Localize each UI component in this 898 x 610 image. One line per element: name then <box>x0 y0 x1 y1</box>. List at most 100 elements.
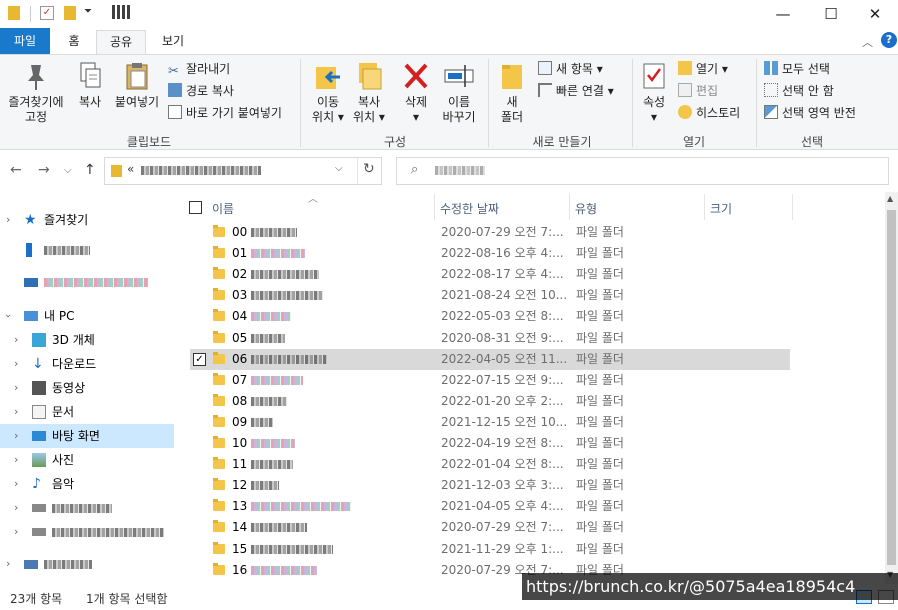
column-divider[interactable] <box>792 194 793 220</box>
chevron-right-icon[interactable]: › <box>6 208 10 232</box>
table-row[interactable]: 01 2022-08-16 오후 4:... 파일 폴더 <box>190 243 790 264</box>
file-name: 15 <box>232 539 334 560</box>
select-none-button[interactable]: 선택 안 함 <box>764 81 834 101</box>
rename-button[interactable]: 이름 바꾸기 <box>438 61 480 125</box>
folder-icon <box>213 351 225 364</box>
chevron-right-icon[interactable]: › <box>14 328 18 352</box>
minimize-button[interactable]: — <box>760 0 806 28</box>
new-folder-button[interactable]: 새 폴더 <box>494 61 530 125</box>
collapse-ribbon-icon[interactable]: ︿ <box>862 34 873 50</box>
refresh-icon[interactable]: ↻ <box>363 161 375 177</box>
chevron-right-icon[interactable]: › <box>14 400 18 424</box>
select-all-button[interactable]: 모두 선택 <box>764 59 830 79</box>
tab-share[interactable]: 공유 <box>96 30 146 54</box>
column-divider[interactable] <box>434 194 435 220</box>
table-row[interactable]: ✓ 06 2022-04-05 오전 11... 파일 폴더 <box>190 348 790 370</box>
nav-item-music[interactable]: › ♪ 음악 <box>0 472 174 496</box>
nav-this-pc[interactable]: › 내 PC <box>0 304 174 328</box>
chevron-right-icon[interactable]: › <box>6 552 10 576</box>
forward-icon[interactable]: → <box>38 162 50 178</box>
recent-locations-icon[interactable]: ⌵ <box>64 165 72 176</box>
column-divider[interactable] <box>704 194 705 220</box>
customize-quick-access-icon[interactable]: ⏷ <box>84 6 92 17</box>
table-row[interactable]: 13 2021-04-05 오후 4:... 파일 폴더 <box>190 496 790 517</box>
tab-view[interactable]: 보기 <box>150 30 196 54</box>
column-header-type[interactable]: 유형 <box>575 198 597 220</box>
invert-selection-button[interactable]: 선택 영역 반전 <box>764 103 856 123</box>
pin-quick-access-button[interactable]: 즐겨찾기에 고정 <box>4 61 68 125</box>
table-row[interactable]: 15 2021-11-29 오후 1:... 파일 폴더 <box>190 539 790 560</box>
copy-button[interactable]: 복사 <box>72 61 108 110</box>
nav-item-redacted[interactable]: › <box>0 520 174 544</box>
properties-quick-icon[interactable]: ✓ <box>40 6 54 20</box>
breadcrumb-overflow[interactable]: « <box>127 162 134 176</box>
table-row[interactable]: 14 2020-07-29 오전 7:... 파일 폴더 <box>190 517 790 538</box>
nav-item-redacted[interactable] <box>0 238 174 262</box>
nav-item-videos[interactable]: › 동영상 <box>0 376 174 400</box>
table-row[interactable]: 07 2022-07-15 오전 9:... 파일 폴더 <box>190 370 790 391</box>
nav-label: 내 PC <box>44 309 75 323</box>
table-row[interactable]: 12 2021-12-03 오후 3:... 파일 폴더 <box>190 475 790 496</box>
address-dropdown-icon[interactable]: ⌵ <box>335 163 343 174</box>
chevron-right-icon[interactable]: › <box>14 376 18 400</box>
select-all-checkbox[interactable] <box>189 201 202 214</box>
column-divider[interactable] <box>569 194 570 220</box>
tab-home[interactable]: 홈 <box>54 30 94 54</box>
new-folder-quick-icon[interactable] <box>64 6 76 20</box>
nav-item-downloads[interactable]: › ↓ 다운로드 <box>0 352 174 376</box>
nav-item-desktop[interactable]: › 바탕 화면 <box>0 424 174 448</box>
help-icon[interactable]: ? <box>881 32 897 48</box>
history-button[interactable]: 히스토리 <box>678 103 740 123</box>
up-icon[interactable]: ↑ <box>84 162 96 178</box>
edit-button[interactable]: 편집 <box>678 81 718 101</box>
chevron-right-icon[interactable]: › <box>14 448 18 472</box>
open-button[interactable]: 열기 ▾ <box>678 59 728 79</box>
new-item-button[interactable]: 새 항목 ▾ <box>538 59 603 79</box>
search-box[interactable]: ⌕ <box>396 157 889 185</box>
easy-access-button[interactable]: 빠른 연결 ▾ <box>538 81 614 101</box>
scroll-up-icon[interactable]: ▲ <box>887 194 893 203</box>
table-row[interactable]: 08 2022-01-20 오후 2:... 파일 폴더 <box>190 391 790 412</box>
chevron-down-icon[interactable]: › <box>0 314 20 318</box>
paste-shortcut-button[interactable]: 바로 가기 붙여넣기 <box>168 103 282 123</box>
nav-item-redacted[interactable] <box>0 270 174 294</box>
table-row[interactable]: 00 2020-07-29 오전 7:... 파일 폴더 <box>190 222 790 243</box>
nav-item-redacted[interactable]: › <box>0 552 174 576</box>
table-row[interactable]: 10 2022-04-19 오전 8:... 파일 폴더 <box>190 433 790 454</box>
nav-item-redacted[interactable]: › <box>0 496 174 520</box>
file-modified-date: 2020-08-31 오전 9:... <box>441 330 564 345</box>
table-row[interactable]: 11 2022-01-04 오전 8:... 파일 폴더 <box>190 454 790 475</box>
chevron-right-icon[interactable]: › <box>14 424 18 448</box>
table-row[interactable]: 02 2022-08-17 오후 4:... 파일 폴더 <box>190 264 790 285</box>
table-row[interactable]: 03 2021-08-24 오전 10... 파일 폴더 <box>190 285 790 306</box>
close-button[interactable]: ✕ <box>852 0 898 28</box>
address-bar[interactable]: « ⌵ ↻ <box>104 157 382 185</box>
maximize-button[interactable]: ☐ <box>808 0 854 28</box>
paste-button[interactable]: 붙여넣기 <box>112 61 162 110</box>
nav-quick-access[interactable]: › ★ 즐겨찾기 <box>0 208 174 232</box>
delete-button[interactable]: 삭제 ▾ <box>396 61 436 125</box>
move-to-button[interactable]: 이동 위치 ▾ <box>306 61 350 125</box>
scrollbar-thumb[interactable] <box>887 210 896 565</box>
cut-button[interactable]: ✂ 잘라내기 <box>168 59 230 79</box>
chevron-right-icon[interactable]: › <box>14 496 18 520</box>
nav-item-3d-objects[interactable]: › 3D 개체 <box>0 328 174 352</box>
row-checkbox[interactable]: ✓ <box>193 352 206 366</box>
table-row[interactable]: 09 2021-12-15 오전 10... 파일 폴더 <box>190 412 790 433</box>
chevron-right-icon[interactable]: › <box>14 520 18 544</box>
column-header-modified[interactable]: 수정한 날짜 <box>440 198 499 220</box>
chevron-right-icon[interactable]: › <box>14 472 18 496</box>
breadcrumb-path[interactable] <box>141 163 261 177</box>
table-row[interactable]: 04 2022-05-03 오전 8:... 파일 폴더 <box>190 306 790 327</box>
table-row[interactable]: 05 2020-08-31 오전 9:... 파일 폴더 <box>190 328 790 349</box>
copy-to-button[interactable]: 복사 위치 ▾ <box>348 61 390 125</box>
nav-item-pictures[interactable]: › 사진 <box>0 448 174 472</box>
properties-button[interactable]: 속성 ▾ <box>636 61 672 125</box>
copy-path-button[interactable]: 경로 복사 <box>168 81 234 101</box>
column-header-name[interactable]: 이름 <box>212 198 234 220</box>
nav-item-documents[interactable]: › 문서 <box>0 400 174 424</box>
chevron-right-icon[interactable]: › <box>14 352 18 376</box>
back-icon[interactable]: ← <box>10 162 22 178</box>
tab-file[interactable]: 파일 <box>0 28 50 54</box>
column-header-size[interactable]: 크기 <box>710 198 732 220</box>
